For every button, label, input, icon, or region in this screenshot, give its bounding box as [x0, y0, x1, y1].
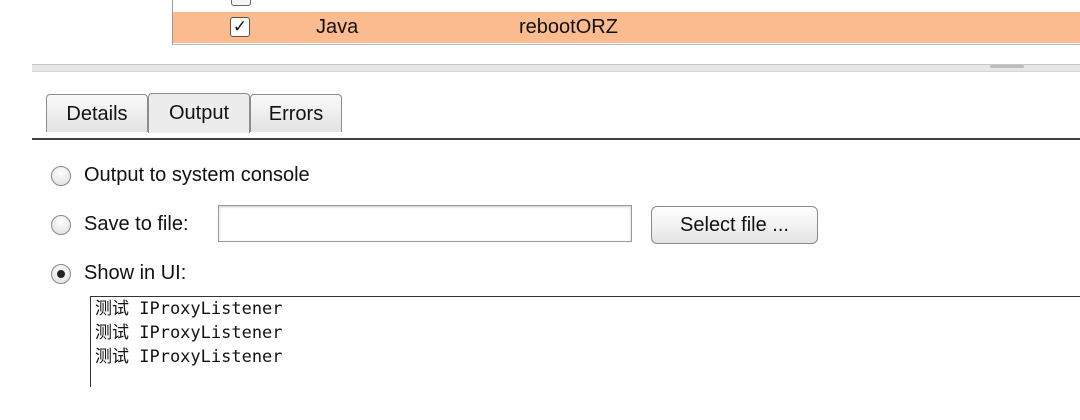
extensions-table: ✓ Java rebootORZ	[172, 0, 1080, 45]
file-path-input[interactable]	[218, 205, 632, 242]
row-checkbox-checked[interactable]: ✓	[230, 17, 250, 37]
divider-grip[interactable]	[990, 65, 1024, 68]
label-show-in-ui: Show in UI:	[84, 262, 187, 284]
extension-name: rebootORZ	[519, 16, 618, 38]
select-file-button[interactable]: Select file ...	[651, 206, 818, 244]
tab-output[interactable]: Output	[148, 93, 250, 133]
label-system-console: Output to system console	[84, 164, 310, 186]
row-checkbox[interactable]	[231, 0, 251, 6]
table-row[interactable]	[173, 0, 1080, 8]
split-pane-divider[interactable]	[32, 64, 1080, 72]
tab-errors[interactable]: Errors	[250, 94, 342, 132]
tab-details[interactable]: Details	[46, 94, 148, 132]
output-line: 测试 IProxyListener	[95, 323, 283, 343]
output-line: 测试 IProxyListener	[95, 299, 283, 319]
extension-type: Java	[316, 16, 359, 38]
output-text-area[interactable]: 测试 IProxyListener 测试 IProxyListener 测试 I…	[90, 296, 1080, 387]
radio-save-to-file[interactable]	[51, 215, 71, 235]
output-line: 测试 IProxyListener	[95, 347, 283, 367]
radio-system-console[interactable]	[51, 166, 71, 186]
tab-content-border	[32, 138, 1080, 140]
table-row-selected[interactable]: ✓ Java rebootORZ	[173, 12, 1080, 43]
radio-show-in-ui[interactable]	[51, 264, 71, 284]
radio-selected-dot	[57, 270, 65, 278]
label-save-to-file: Save to file:	[84, 213, 189, 235]
